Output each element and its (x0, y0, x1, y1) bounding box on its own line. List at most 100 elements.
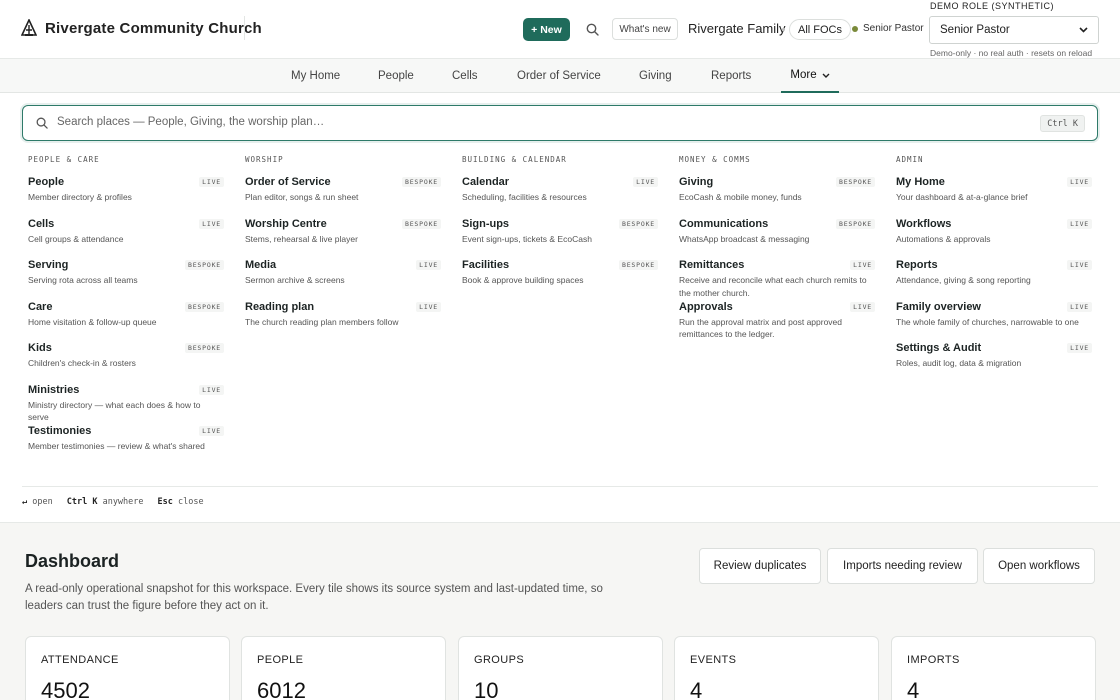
palette-entry-description: Run the approval matrix and post approve… (679, 316, 843, 340)
palette-entry-description: Children's check-in & rosters (28, 358, 136, 368)
status-badge: LIVE (1067, 218, 1092, 229)
palette-entry-description: Plan editor, songs & run sheet (245, 192, 359, 202)
role-select-value: Senior Pastor (940, 24, 1010, 36)
tile-value: 4 (690, 678, 703, 700)
palette-entry-description: Member directory & profiles (28, 192, 132, 202)
palette-entry-description: The whole family of churches, narrowable… (896, 316, 1079, 327)
palette-entry[interactable]: Settings & Audit Roles, audit log, data &… (896, 341, 1092, 383)
status-badge: LIVE (1067, 177, 1092, 187)
palette-entry[interactable]: Communications WhatsApp broadcast & messa… (679, 217, 875, 259)
palette-entry-title: Reading plan (245, 300, 315, 313)
palette-entry[interactable]: Remittances Receive and reconcile what ea… (679, 258, 875, 300)
search-icon (586, 23, 599, 36)
stat-tile-imports[interactable]: IMPORTS 4 (891, 636, 1096, 700)
church-logo-icon (21, 19, 37, 36)
search-button[interactable] (583, 20, 601, 38)
whats-new-button[interactable]: What's new (612, 18, 678, 40)
status-badge: BESPOKE (185, 343, 224, 353)
stat-tile-attendance[interactable]: ATTENDANCE 4502 (25, 636, 230, 700)
status-badge: LIVE (1067, 301, 1092, 312)
open-workflows-button[interactable]: Open workflows (983, 548, 1095, 584)
page-description: A read-only operational snapshot for thi… (25, 583, 603, 612)
status-badge: LIVE (416, 260, 441, 270)
status-badge: BESPOKE (402, 177, 441, 187)
palette-entry[interactable]: Order of Service Plan editor, songs & run… (245, 175, 441, 217)
palette-entry[interactable]: Calendar Scheduling, facilities & resourc… (462, 175, 658, 217)
palette-entry[interactable]: Cells Cell groups & attendance LIVE (28, 217, 224, 259)
palette-entry-description: Ministry directory — what each does & ho… (28, 399, 201, 423)
tile-value: 4 (907, 678, 920, 700)
palette-entry[interactable]: Serving Serving rota across all teams BESP… (28, 258, 224, 300)
all-focs-button[interactable]: All FOCs (789, 19, 851, 40)
palette-search-input[interactable]: Search places — People, Giving, the wors… (22, 105, 1098, 141)
palette-entry[interactable]: Workflows Automations & approvals LIVE (896, 217, 1092, 259)
brand[interactable]: Rivergate Community Church (21, 19, 262, 37)
command-palette: Search places — People, Giving, the wors… (0, 93, 1120, 523)
palette-entry[interactable]: Kids Children's check-in & rosters BESPOKE (28, 341, 224, 383)
palette-entry[interactable]: Approvals Run the approval matrix and pos… (679, 300, 875, 342)
palette-column-heading: ADMIN (896, 155, 924, 164)
palette-entry[interactable]: Family overview The whole family of churc… (896, 300, 1092, 342)
nav-item-more[interactable]: More (781, 59, 839, 93)
palette-entry[interactable]: Facilities Book & approve building spaces… (462, 258, 658, 300)
palette-entry[interactable]: Giving EcoCash & mobile money, funds BESPO… (679, 175, 875, 217)
palette-entry[interactable]: Sign-ups Event sign-ups, tickets & EcoCas… (462, 217, 658, 259)
status-badge: LIVE (199, 218, 224, 229)
demo-note: Demo-only · no real auth · resets on rel… (930, 48, 1093, 58)
search-placeholder: Search places — People, Giving, the wors… (57, 116, 325, 128)
palette-entry[interactable]: My Home Your dashboard & at-a-glance brie… (896, 175, 1092, 217)
palette-entry-title: Family overview (896, 300, 981, 313)
nav-item-order-of-service[interactable]: Order of Service (517, 59, 601, 93)
palette-entry-description: Serving rota across all teams (28, 275, 138, 285)
palette-column: WORSHIP Order of Service Plan editor, song… (245, 155, 441, 341)
palette-entry[interactable]: Reports Attendance, giving & song reporti… (896, 258, 1092, 300)
nav-item-giving[interactable]: Giving (639, 59, 672, 93)
palette-entry-title: Workflows (896, 217, 952, 230)
nav-item-cells[interactable]: Cells (452, 59, 478, 93)
page-title: Dashboard (25, 551, 120, 571)
palette-entry[interactable]: Worship Centre Stems, rehearsal & live pl… (245, 217, 441, 259)
palette-entry[interactable]: Reading plan The church reading plan memb… (245, 300, 441, 342)
palette-column: ADMIN My Home Your dashboard & at-a-glance… (896, 155, 1092, 383)
palette-column-heading: MONEY & COMMS (679, 155, 751, 164)
nav-item-people[interactable]: People (378, 59, 414, 93)
imports-needing-review-button[interactable]: Imports needing review (827, 548, 978, 584)
palette-entry[interactable]: Care Home visitation & follow-up queue BES… (28, 300, 224, 342)
palette-entry[interactable]: People Member directory & profiles LIVE (28, 175, 224, 217)
tile-value: 10 (474, 678, 499, 700)
palette-entry-title: Testimonies (28, 425, 92, 437)
role-select[interactable]: Senior Pastor (929, 16, 1099, 44)
nav-item-my-home[interactable]: My Home (291, 59, 340, 93)
current-role-label: Senior Pastor (863, 23, 924, 34)
status-badge: BESPOKE (185, 260, 224, 270)
status-badge: BESPOKE (619, 218, 658, 229)
review-duplicates-button[interactable]: Review duplicates (699, 548, 821, 584)
palette-entry-title: People (28, 176, 65, 188)
stat-tile-people[interactable]: PEOPLE 6012 (241, 636, 446, 700)
top-header: Rivergate Community Church + New What's … (0, 0, 1120, 59)
current-role-indicator: Senior Pastor (852, 23, 924, 34)
palette-entry-description: Book & approve building spaces (462, 275, 584, 285)
dashboard: Dashboard A read-only operational snapsh… (0, 523, 1120, 700)
status-badge: LIVE (850, 260, 875, 270)
status-badge: BESPOKE (619, 260, 658, 270)
stat-tile-events[interactable]: EVENTS 4 (674, 636, 879, 700)
palette-entry[interactable]: Ministries Ministry directory — what each… (28, 383, 224, 425)
tile-label: GROUPS (474, 654, 525, 666)
family-switcher[interactable]: Rivergate Family (688, 21, 786, 36)
palette-entry-title: Media (245, 259, 277, 271)
status-badge: LIVE (199, 177, 224, 187)
hint-close: Esc close (157, 497, 204, 507)
palette-entry[interactable]: Testimonies Member testimonies — review &… (28, 424, 224, 466)
palette-entry-description: Home visitation & follow-up queue (28, 316, 157, 327)
tile-label: PEOPLE (257, 654, 304, 666)
divider (244, 16, 245, 40)
palette-entry[interactable]: Media Sermon archive & screens LIVE (245, 258, 441, 300)
new-button[interactable]: + New (523, 18, 570, 41)
nav-more-label: More (790, 69, 817, 81)
status-badge: LIVE (850, 301, 875, 312)
palette-entry-title: Approvals (679, 300, 733, 313)
palette-entry-title: Ministries (28, 383, 80, 396)
stat-tile-groups[interactable]: GROUPS 10 (458, 636, 663, 700)
nav-item-reports[interactable]: Reports (711, 59, 751, 93)
